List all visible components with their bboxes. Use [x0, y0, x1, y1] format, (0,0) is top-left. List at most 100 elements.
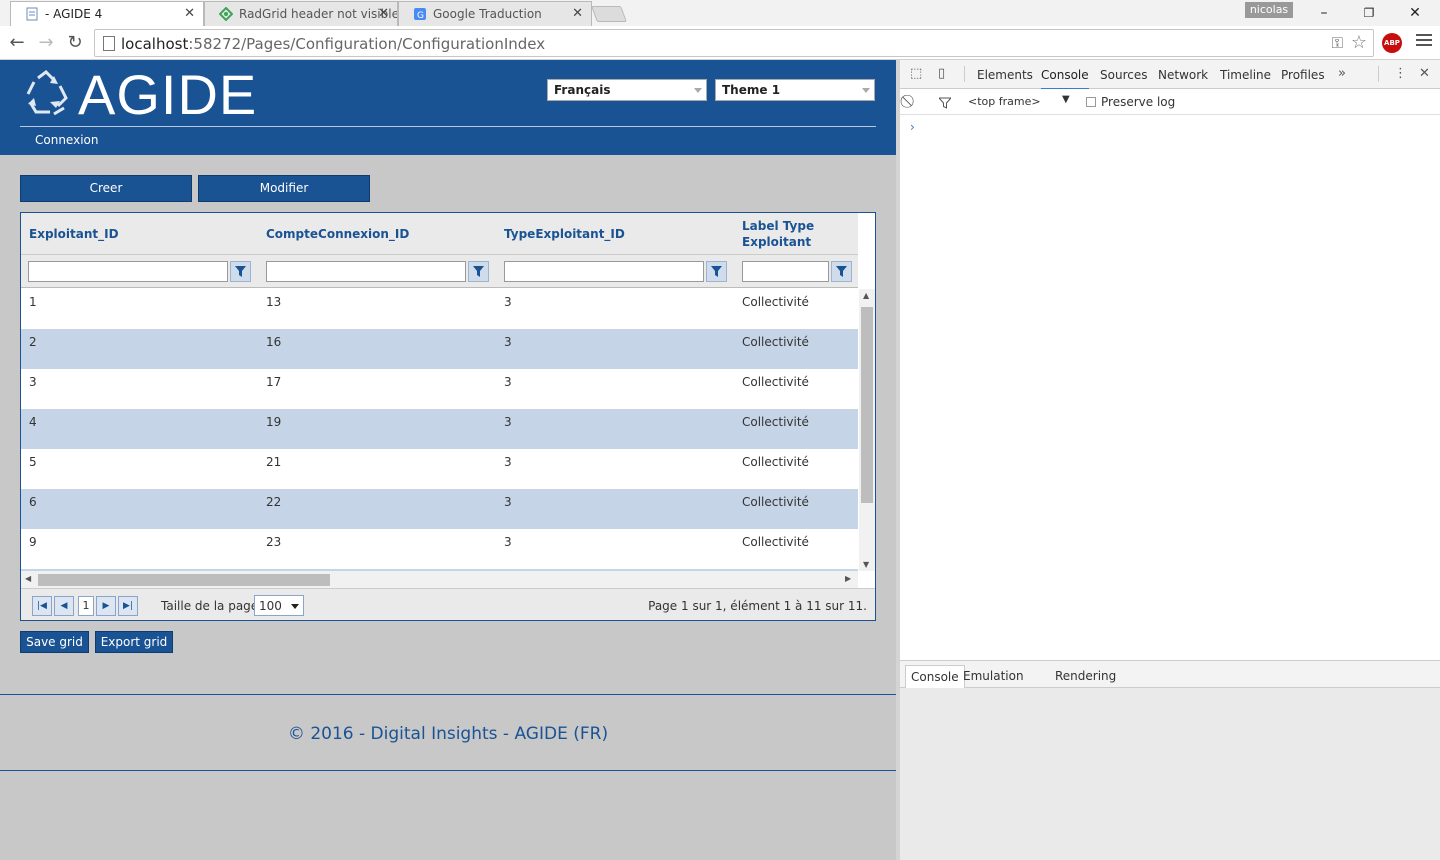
save-grid-button[interactable]: Save grid [20, 631, 89, 653]
scrollbar-thumb[interactable] [861, 307, 873, 503]
page-size-label: Taille de la page: [161, 599, 263, 613]
scroll-down-icon[interactable]: ▼ [863, 560, 869, 569]
grid-body: 1 13 3 Collectivité 2 16 3 Collectivité 3 17 3 Coll… [21, 289, 858, 571]
theme-select[interactable]: Theme 1 [715, 79, 875, 101]
data-grid: Exploitant_ID CompteConnexion_ID TypeExp… [20, 212, 876, 621]
drawer-tab-console[interactable]: Console [905, 665, 965, 688]
new-tab-button[interactable] [591, 6, 627, 22]
column-header[interactable]: CompteConnexion_ID [266, 213, 409, 255]
close-icon[interactable]: ✕ [572, 6, 583, 21]
profile-badge[interactable]: nicolas [1245, 2, 1293, 18]
address-bar[interactable]: localhost:58272/Pages/Configuration/Conf… [94, 29, 1374, 57]
filter-input[interactable] [28, 261, 228, 282]
chevron-down-icon[interactable]: ▼ [1062, 94, 1070, 105]
filter-icon[interactable] [230, 261, 251, 282]
devtools-drawer: Console Emulation Rendering [900, 660, 1440, 860]
column-header[interactable]: TypeExploitant_ID [504, 213, 625, 255]
filter-icon[interactable] [706, 261, 727, 282]
filter-icon[interactable] [831, 261, 852, 282]
close-icon[interactable]: ✕ [378, 6, 389, 21]
adblock-icon[interactable]: ABP [1382, 33, 1402, 53]
table-row[interactable]: 9 23 3 Collectivité [21, 529, 858, 569]
context-select[interactable]: <top frame> [968, 95, 1041, 108]
table-cell: 3 [29, 375, 37, 389]
table-row[interactable]: 3 17 3 Collectivité [21, 369, 858, 409]
page-size-value: 100 [259, 599, 282, 613]
nav-link-connexion[interactable]: Connexion [35, 133, 99, 147]
table-row[interactable]: 1 13 3 Collectivité [21, 289, 858, 329]
table-row[interactable]: 5 21 3 Collectivité [21, 449, 858, 489]
prev-page-icon[interactable]: ◀ [54, 596, 74, 616]
preserve-log-checkbox[interactable] [1086, 97, 1096, 107]
restore-icon[interactable]: ❐ [1359, 3, 1379, 23]
scroll-up-icon[interactable]: ▲ [863, 291, 869, 300]
devtools-tab-network[interactable]: Network [1158, 68, 1208, 82]
scroll-right-icon[interactable]: ▶ [845, 574, 851, 583]
devtools-close-icon[interactable]: ✕ [1419, 66, 1430, 81]
device-mode-icon[interactable]: ▯ [938, 66, 945, 81]
devtools-tab-sources[interactable]: Sources [1100, 68, 1147, 82]
more-tabs-icon[interactable]: » [1338, 66, 1346, 81]
last-page-icon[interactable]: ▶| [118, 596, 138, 616]
scroll-left-icon[interactable]: ◀ [25, 574, 31, 583]
filter-icon[interactable] [468, 261, 489, 282]
drawer-tab-emulation[interactable]: Emulation [958, 665, 1029, 688]
chrome-menu-icon[interactable] [1416, 34, 1432, 48]
table-cell: 3 [504, 295, 512, 309]
drawer-tab-rendering[interactable]: Rendering [1050, 665, 1121, 688]
devtools-tab-elements[interactable]: Elements [977, 68, 1033, 82]
filter-input[interactable] [742, 261, 829, 282]
footer-divider [0, 694, 896, 695]
scrollbar-thumb[interactable] [38, 574, 330, 586]
filter-input[interactable] [504, 261, 704, 282]
table-cell: 2 [29, 335, 37, 349]
browser-tab-translate[interactable]: G Google Traduction ✕ [398, 1, 592, 26]
first-page-icon[interactable]: |◀ [32, 596, 52, 616]
page-number[interactable]: 1 [78, 596, 94, 616]
devtools-tab-timeline[interactable]: Timeline [1220, 68, 1271, 82]
devtools-tab-profiles[interactable]: Profiles [1281, 68, 1325, 82]
table-row[interactable]: 6 22 3 Collectivité [21, 489, 858, 529]
table-cell: Collectivité [742, 295, 809, 309]
table-cell: 21 [266, 455, 282, 469]
next-page-icon[interactable]: ▶ [96, 596, 116, 616]
table-cell: 3 [504, 375, 512, 389]
inspect-element-icon[interactable]: ⬚ [910, 66, 922, 81]
back-arrow-icon[interactable]: ← [6, 32, 28, 54]
table-cell: 19 [266, 415, 282, 429]
modify-button[interactable]: Modifier [198, 175, 370, 202]
browser-tab-radgrid[interactable]: RadGrid header not visible ✕ [204, 1, 398, 26]
browser-tab-agide[interactable]: - AGIDE 4 ✕ [10, 1, 204, 26]
page-size-select[interactable]: 100 [254, 595, 304, 616]
tab-title: - AGIDE 4 [45, 7, 103, 21]
column-header[interactable]: Label Type Exploitant [742, 213, 822, 255]
console-prompt[interactable]: › [910, 120, 915, 134]
export-grid-button[interactable]: Export grid [95, 631, 173, 653]
table-row[interactable]: 2 16 3 Collectivité [21, 329, 858, 369]
reload-icon[interactable]: ↻ [64, 32, 86, 54]
table-row[interactable]: 4 19 3 Collectivité [21, 409, 858, 449]
forward-arrow-icon[interactable]: → [35, 32, 57, 54]
column-header[interactable]: Exploitant_ID [29, 213, 119, 255]
filter-input[interactable] [266, 261, 466, 282]
minimize-icon[interactable]: – [1314, 3, 1334, 23]
kebab-menu-icon[interactable]: ⋮ [1394, 66, 1407, 81]
language-select[interactable]: Français [547, 79, 707, 101]
create-button[interactable]: Creer [20, 175, 192, 202]
key-icon[interactable]: ⚿ [1332, 34, 1343, 52]
language-select-value: Français [554, 83, 611, 97]
site-header: AGIDE Français Theme 1 Connexion [0, 60, 896, 155]
table-cell: 23 [266, 535, 282, 549]
devtools-tab-console[interactable]: Console [1041, 68, 1089, 90]
toolbar-divider [964, 66, 965, 82]
recycle-logo-icon [26, 70, 68, 116]
filter-icon[interactable] [939, 97, 951, 109]
horizontal-scrollbar[interactable]: ◀ ▶ [21, 571, 858, 588]
bookmark-star-icon[interactable]: ☆ [1351, 32, 1367, 53]
table-cell: 1 [29, 295, 37, 309]
window-close-icon[interactable]: ✕ [1405, 3, 1425, 23]
header-divider [20, 126, 876, 127]
table-cell: Collectivité [742, 375, 809, 389]
close-icon[interactable]: ✕ [184, 6, 195, 21]
vertical-scrollbar[interactable]: ▲ ▼ [859, 289, 875, 571]
